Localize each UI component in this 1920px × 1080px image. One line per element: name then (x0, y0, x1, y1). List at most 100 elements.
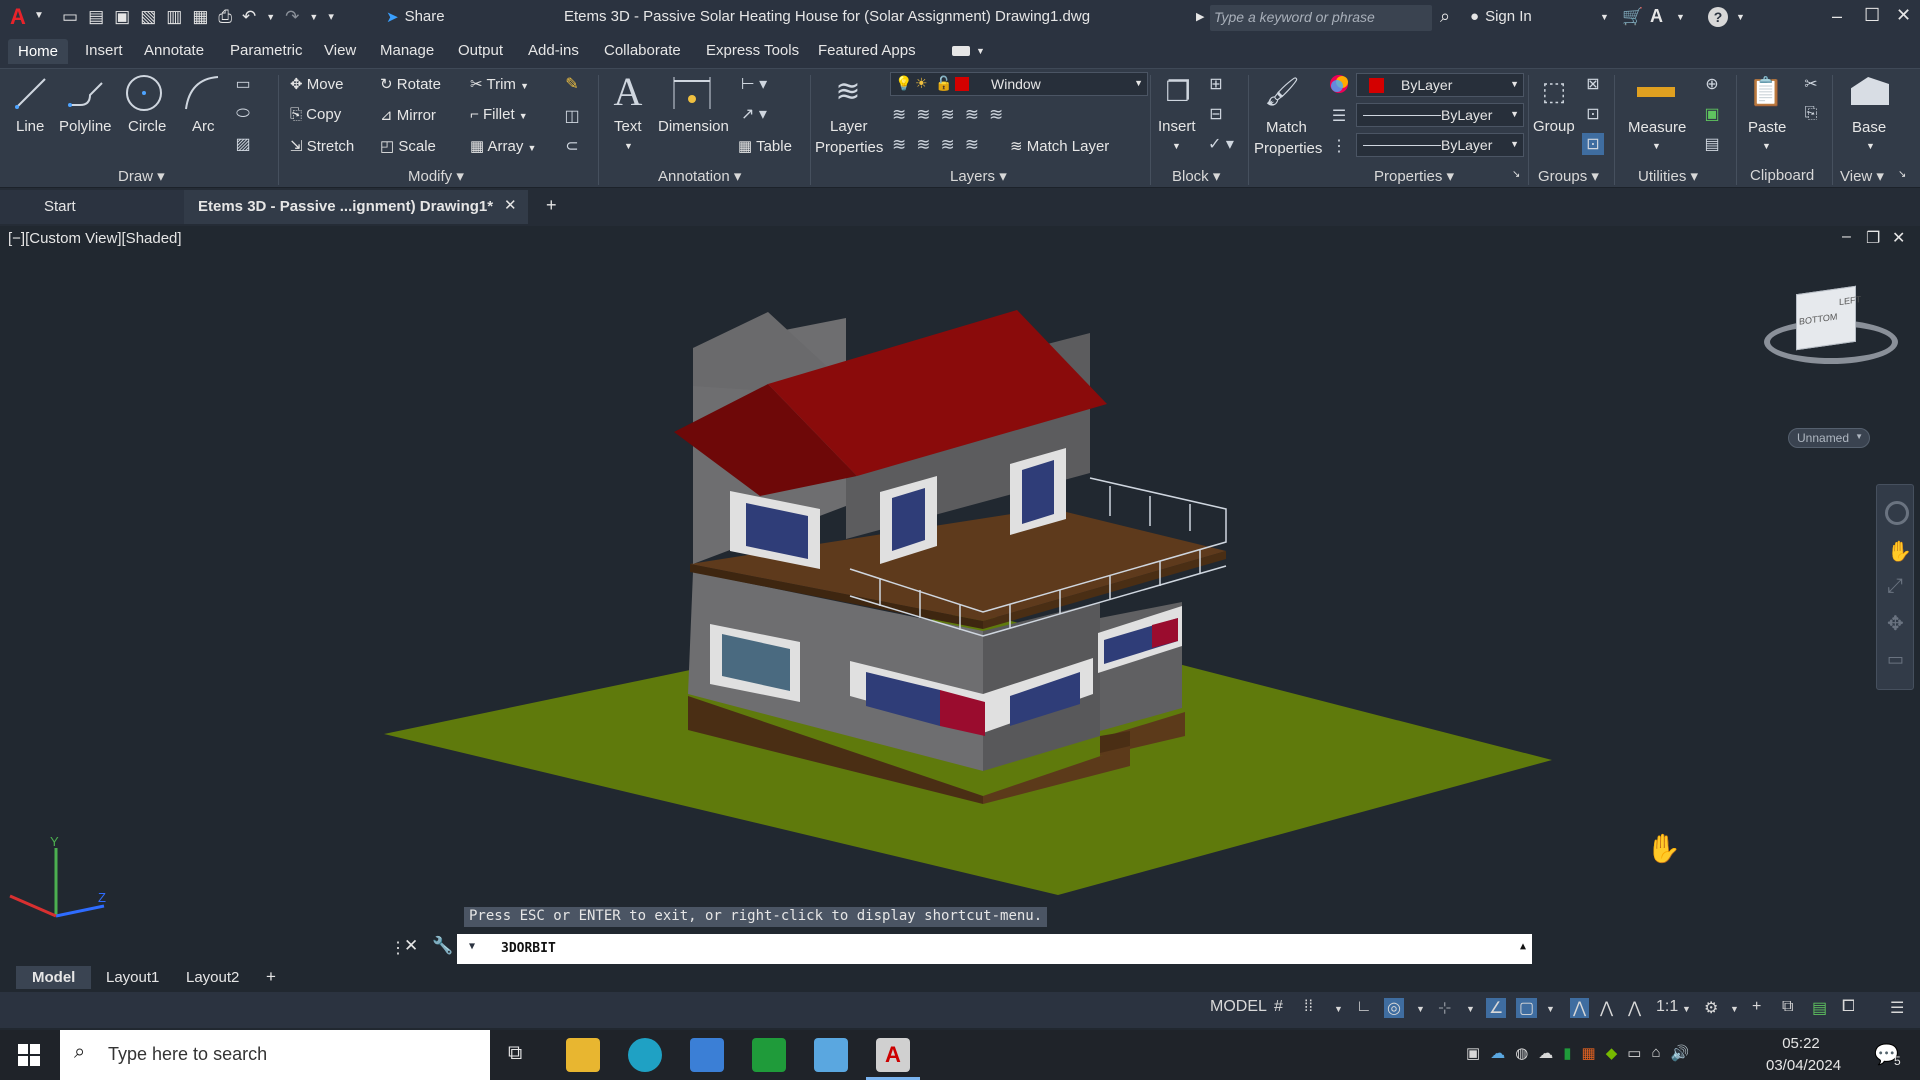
command-line-customize-icon[interactable]: 🔧 (432, 936, 453, 956)
text-button[interactable]: Text (614, 118, 642, 135)
quick-select-icon[interactable]: ▣ (1700, 103, 1724, 125)
explode-icon[interactable]: ◫ (560, 105, 584, 127)
pan-icon[interactable]: ✋ (1887, 539, 1912, 564)
trim-dropdown-icon[interactable]: ▼ (520, 81, 529, 91)
paste-icon[interactable]: 📋 (1746, 69, 1786, 113)
command-history-toggle-icon[interactable]: ▲ (1520, 941, 1526, 952)
undo-icon[interactable]: ↶ (242, 7, 256, 27)
steering-wheel-icon[interactable] (1885, 501, 1909, 525)
linear-dimension-icon[interactable]: ⊢ ▾ (736, 73, 772, 95)
tray-sync-icon[interactable]: ◍ (1515, 1044, 1528, 1062)
stretch-button[interactable]: ⇲ Stretch (290, 137, 354, 155)
polyline-icon[interactable] (64, 71, 108, 115)
save-to-web-icon[interactable]: ▦ (192, 7, 208, 27)
block-panel-title[interactable]: Block ▾ (1172, 167, 1220, 185)
new-layout-icon[interactable]: + (266, 967, 276, 987)
copy-clip-icon[interactable]: ⎘ (1800, 103, 1822, 125)
battery-icon[interactable]: ▭ (1627, 1044, 1641, 1062)
showmotion-icon[interactable]: ▭ (1887, 649, 1904, 670)
layer-unlock-tool-icon[interactable]: ≋ (965, 135, 979, 155)
leader-icon[interactable]: ↗ ▾ (736, 103, 772, 125)
lineweight-icon[interactable]: ☰ (1328, 105, 1350, 127)
block-attributes-icon[interactable]: ✓ ▾ (1204, 133, 1238, 155)
annotation-visibility-icon[interactable]: ⋀ (1570, 998, 1590, 1018)
base-button[interactable]: Base (1852, 119, 1886, 136)
layer-lock-tool-icon[interactable]: ≋ (941, 135, 955, 155)
insert-block-icon[interactable]: ❐ (1156, 69, 1200, 113)
tab-home[interactable]: Home (8, 39, 69, 64)
sign-in-button[interactable]: ● Sign In (1470, 8, 1532, 25)
ribbon-state-dropdown-icon[interactable]: ▼ (976, 46, 985, 56)
paste-dropdown-icon[interactable]: ▼ (1762, 141, 1771, 151)
open-file-icon[interactable]: ▤ (88, 7, 104, 27)
match-properties-button-line1[interactable]: Match (1266, 119, 1307, 136)
layer-properties-button-line1[interactable]: Layer (830, 118, 868, 135)
polyline-button[interactable]: Polyline (59, 118, 112, 135)
polar-dropdown-icon[interactable]: ▼ (1416, 1004, 1425, 1014)
line-button[interactable]: Line (16, 118, 44, 135)
measure-icon[interactable] (1632, 77, 1680, 107)
workspace-switching-icon[interactable]: ⚙ (1704, 998, 1718, 1018)
tab-collaborate[interactable]: Collaborate (604, 42, 681, 59)
clipboard-panel-title[interactable]: Clipboard (1750, 167, 1814, 184)
tab-layout2[interactable]: Layout2 (186, 969, 239, 986)
tab-view[interactable]: View (324, 42, 356, 59)
app-menu-arrow-icon[interactable]: ▼ (34, 10, 44, 21)
autodesk-dropdown-icon[interactable]: ▼ (1676, 12, 1685, 22)
tab-annotate[interactable]: Annotate (144, 42, 204, 59)
task-view-icon[interactable]: ⧉ (508, 1042, 522, 1065)
circle-icon[interactable] (122, 71, 166, 115)
insert-dropdown-icon[interactable]: ▼ (1172, 141, 1181, 151)
tab-layout1[interactable]: Layout1 (106, 969, 159, 986)
tray-office-icon[interactable]: ▦ (1582, 1044, 1596, 1062)
tab-manage[interactable]: Manage (380, 42, 434, 59)
autocad-taskbar-icon[interactable]: A (876, 1038, 910, 1072)
base-view-icon[interactable] (1850, 73, 1890, 109)
tab-active-drawing[interactable]: Etems 3D - Passive ...ignment) Drawing1*… (184, 190, 528, 224)
layer-unisolate-icon[interactable]: ≋ (941, 105, 955, 125)
layer-isolate-icon[interactable]: ≋ (916, 105, 930, 125)
create-block-icon[interactable]: ⊞ (1204, 73, 1228, 95)
auto-scale-icon[interactable]: ⋀ (1600, 998, 1613, 1018)
object-snap-tracking-icon[interactable]: ∠ (1486, 998, 1507, 1018)
move-button[interactable]: ✥ Move (290, 75, 343, 93)
named-view-dropdown[interactable]: Unnamed ▼ (1788, 428, 1870, 448)
network-icon[interactable]: ⌂ (1651, 1044, 1660, 1062)
clock[interactable]: 05:22 03/04/2024 (1766, 1033, 1841, 1077)
trim-button[interactable]: ✂ Trim ▼ (470, 75, 529, 93)
match-layer-button[interactable]: ≋ Match Layer (1010, 137, 1109, 155)
linetype-dropdown[interactable]: ByLayer ▼ (1356, 133, 1524, 157)
annotation-monitor-icon[interactable]: + (1752, 998, 1761, 1016)
cart-icon[interactable]: 🛒 (1622, 7, 1643, 27)
tab-output[interactable]: Output (458, 42, 503, 59)
tray-nvidia-icon[interactable]: ◆ (1606, 1044, 1618, 1062)
tab-start[interactable]: Start (0, 190, 184, 224)
isodraft-dropdown-icon[interactable]: ▼ (1466, 1004, 1475, 1014)
customize-qat-icon[interactable]: ▾ (328, 7, 334, 27)
autocad-logo[interactable]: A (10, 4, 26, 30)
cloud-app-icon[interactable] (814, 1038, 848, 1072)
hatch-icon[interactable]: ▨ (232, 135, 254, 153)
ribbon-minimize-toggle-icon[interactable] (952, 46, 970, 56)
annotation-scale-dropdown-icon[interactable]: ▼ (1682, 1004, 1691, 1014)
windows-start-icon[interactable] (18, 1044, 40, 1066)
group-button[interactable]: Group (1533, 118, 1575, 135)
base-dropdown-icon[interactable]: ▼ (1866, 141, 1875, 151)
group-icon[interactable]: ⬚ (1534, 69, 1574, 113)
lineweight-dropdown[interactable]: ByLayer ▼ (1356, 103, 1524, 127)
text-icon[interactable]: A (608, 69, 648, 114)
text-dropdown-icon[interactable]: ▼ (624, 141, 633, 151)
ellipse-icon[interactable]: ⬭ (232, 105, 254, 123)
line-icon[interactable] (12, 71, 50, 115)
maximize-window-icon[interactable]: ☐ (1864, 5, 1880, 26)
command-input[interactable]: ▼ 3DORBIT ▲ (457, 934, 1532, 964)
array-dropdown-icon[interactable]: ▼ (528, 143, 537, 153)
sign-in-dropdown-icon[interactable]: ▼ (1600, 12, 1609, 22)
layer-properties-button-line2[interactable]: Properties (815, 139, 883, 156)
view-dialog-launcher-icon[interactable]: ↘ (1898, 169, 1906, 180)
rectangle-icon[interactable]: ▭ (232, 75, 254, 93)
make-current-layer-icon[interactable]: ≋ (892, 105, 906, 125)
calculator-icon[interactable]: ▤ (1700, 133, 1724, 155)
snap-mode-icon[interactable]: ⁞⁞ (1304, 998, 1313, 1016)
match-properties-button-line2[interactable]: Properties (1254, 140, 1322, 157)
